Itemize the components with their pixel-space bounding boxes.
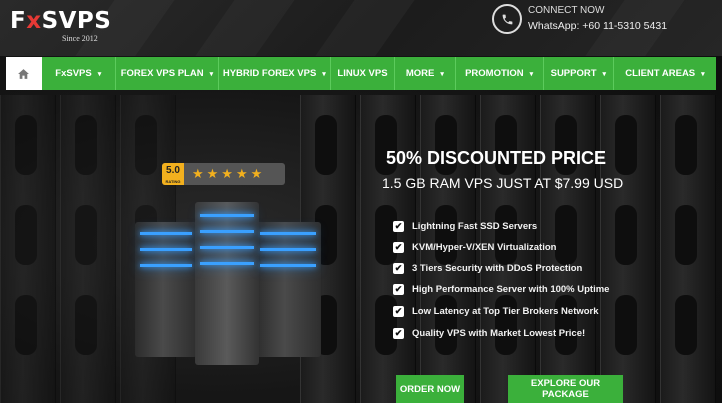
site-logo[interactable]: FxSVPS Since 2012 [10, 8, 111, 43]
chevron-down-icon: ▾ [209, 70, 214, 78]
chevron-down-icon: ▾ [97, 70, 102, 78]
list-item: ✔ Quality VPS with Market Lowest Price! [393, 327, 586, 339]
chevron-down-icon: ▾ [529, 70, 534, 78]
promo-headline: 50% DISCOUNTED PRICE [386, 148, 607, 168]
main-nav: FxSVPS ▾ FOREX VPS PLAN ▾ HYBRID FOREX VPS… [6, 57, 716, 90]
list-item: ✔ KVM/Hyper-V/XEN Virtualization [393, 241, 557, 253]
nav-item-more[interactable]: MORE ▾ [395, 57, 456, 90]
home-button[interactable] [6, 57, 42, 90]
nav-item-support[interactable]: SUPPORT ▾ [544, 57, 614, 90]
home-icon [18, 68, 30, 79]
checkbox-icon: ✔ [393, 241, 404, 253]
chevron-down-icon: ▾ [602, 70, 607, 78]
nav-item-client-areas[interactable]: CLIENT AREAS ▾ [614, 57, 716, 90]
phone-icon [492, 4, 522, 34]
checkbox-icon: ✔ [393, 262, 404, 274]
promo-subline: 1.5 GB RAM VPS JUST AT $7.99 USD [382, 175, 624, 191]
whatsapp-number[interactable]: WhatsApp: +60 11-5310 5431 [528, 20, 667, 32]
explore-package-button[interactable]: EXPLORE OUR PACKAGE [508, 375, 623, 403]
checkbox-icon: ✔ [393, 305, 404, 317]
rating-score: 5.0 RATING [162, 163, 184, 185]
nav-item-hybrid-forex-vps[interactable]: HYBRID FOREX VPS ▾ [219, 57, 331, 90]
list-item: ✔ 3 Tiers Security with DDoS Protection [393, 262, 583, 274]
list-item: ✔ High Performance Server with 100% Upti… [393, 283, 610, 295]
nav-item-fxsvps[interactable]: FxSVPS ▾ [42, 57, 116, 90]
chevron-down-icon: ▾ [440, 70, 444, 78]
rating-badge: 5.0 RATING ★★★★★ [162, 163, 285, 185]
nav-item-forex-vps-plan[interactable]: FOREX VPS PLAN ▾ [116, 57, 219, 90]
nav-item-promotion[interactable]: PROMOTION ▾ [456, 57, 544, 90]
site-header: FxSVPS Since 2012 CONNECT NOW WhatsApp: … [0, 0, 722, 56]
order-now-button[interactable]: ORDER NOW [396, 375, 464, 403]
checkbox-icon: ✔ [393, 220, 404, 232]
checkbox-icon: ✔ [393, 327, 404, 339]
nav-item-linux-vps[interactable]: LINUX VPS [331, 57, 396, 90]
since-text: Since 2012 [62, 34, 98, 43]
star-rating-icon: ★★★★★ [192, 166, 266, 181]
contact-heading: CONNECT NOW [528, 5, 605, 16]
chevron-down-icon: ▾ [701, 70, 705, 78]
list-item: ✔ Lightning Fast SSD Servers [393, 220, 538, 232]
list-item: ✔ Low Latency at Top Tier Brokers Networ… [393, 305, 599, 317]
checkbox-icon: ✔ [393, 283, 404, 295]
chevron-down-icon: ▾ [322, 70, 326, 78]
